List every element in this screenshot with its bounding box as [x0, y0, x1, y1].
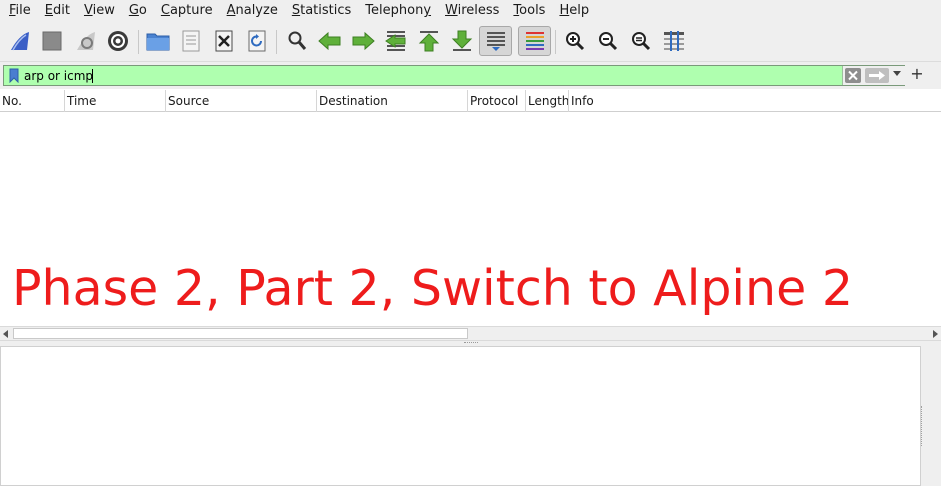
- menu-bar: File Edit View Go Capture Analyze Statistics Te…: [0, 0, 941, 22]
- splitter-grip: [921, 406, 923, 446]
- resize-columns-icon[interactable]: [659, 26, 689, 56]
- packet-details-side-gutter: [921, 346, 941, 486]
- zoom-out-icon[interactable]: [593, 26, 623, 56]
- menu-edit[interactable]: Edit: [38, 0, 77, 22]
- shark-fin-start-icon[interactable]: [5, 26, 35, 56]
- toolbar-separator: [555, 30, 556, 54]
- go-forward-icon[interactable]: [348, 26, 378, 56]
- column-source[interactable]: Source: [166, 90, 317, 112]
- autoscroll-icon[interactable]: [479, 26, 512, 56]
- column-no[interactable]: No.: [0, 90, 65, 112]
- first-packet-icon[interactable]: [414, 26, 444, 56]
- go-back-icon[interactable]: [315, 26, 345, 56]
- packet-details-pane[interactable]: [0, 346, 921, 486]
- capture-options-gear-icon[interactable]: [103, 26, 133, 56]
- scroll-right-arrow-icon[interactable]: [933, 330, 938, 338]
- menu-statistics[interactable]: Statistics: [285, 0, 358, 22]
- stop-icon[interactable]: [37, 26, 67, 56]
- splitter-grip: [464, 342, 478, 344]
- filter-actions: [842, 66, 905, 85]
- menu-go[interactable]: Go: [122, 0, 154, 22]
- packet-list-header: No. Time Source Destination Protocol Len…: [0, 90, 941, 112]
- main-toolbar: [0, 22, 941, 62]
- zoom-normal-icon[interactable]: [626, 26, 656, 56]
- open-folder-icon[interactable]: [143, 26, 173, 56]
- go-to-packet-icon[interactable]: [381, 26, 411, 56]
- menu-tools[interactable]: Tools: [506, 0, 552, 22]
- column-destination[interactable]: Destination: [317, 90, 468, 112]
- menu-telephony[interactable]: Telephony: [358, 0, 438, 22]
- find-packet-icon[interactable]: [282, 26, 312, 56]
- display-filter-bar: +: [0, 62, 941, 89]
- colorize-icon[interactable]: [518, 26, 551, 56]
- reload-icon[interactable]: [242, 26, 272, 56]
- menu-capture[interactable]: Capture: [154, 0, 220, 22]
- packet-list-horizontal-scrollbar[interactable]: [0, 326, 941, 341]
- menu-help[interactable]: Help: [552, 0, 596, 22]
- display-filter-field[interactable]: [3, 65, 905, 86]
- apply-filter-arrow-icon[interactable]: [865, 68, 889, 83]
- save-file-icon[interactable]: [176, 26, 206, 56]
- scroll-left-arrow-icon[interactable]: [3, 330, 8, 338]
- display-filter-input[interactable]: [22, 67, 842, 84]
- menu-wireless[interactable]: Wireless: [438, 0, 506, 22]
- menu-analyze[interactable]: Analyze: [220, 0, 285, 22]
- packet-list[interactable]: Phase 2, Part 2, Switch to Alpine 2: [0, 112, 941, 326]
- add-filter-button-plus-icon[interactable]: +: [910, 64, 924, 84]
- column-protocol[interactable]: Protocol: [468, 90, 526, 112]
- toolbar-separator: [138, 30, 139, 54]
- menu-view[interactable]: View: [77, 0, 122, 22]
- column-info[interactable]: Info: [569, 90, 941, 112]
- last-packet-icon[interactable]: [447, 26, 477, 56]
- scrollbar-thumb[interactable]: [13, 328, 468, 339]
- column-time[interactable]: Time: [65, 90, 166, 112]
- column-length[interactable]: Length: [526, 90, 569, 112]
- zoom-in-icon[interactable]: [560, 26, 590, 56]
- restart-icon[interactable]: [71, 26, 101, 56]
- text-caret: [92, 69, 93, 83]
- filter-history-dropdown-icon[interactable]: [893, 71, 901, 76]
- clear-filter-icon[interactable]: [845, 68, 861, 83]
- bookmark-icon[interactable]: [7, 68, 21, 84]
- toolbar-separator: [276, 30, 277, 54]
- menu-file[interactable]: File: [2, 0, 38, 22]
- close-file-icon[interactable]: [209, 26, 239, 56]
- overlay-caption: Phase 2, Part 2, Switch to Alpine 2: [12, 260, 853, 317]
